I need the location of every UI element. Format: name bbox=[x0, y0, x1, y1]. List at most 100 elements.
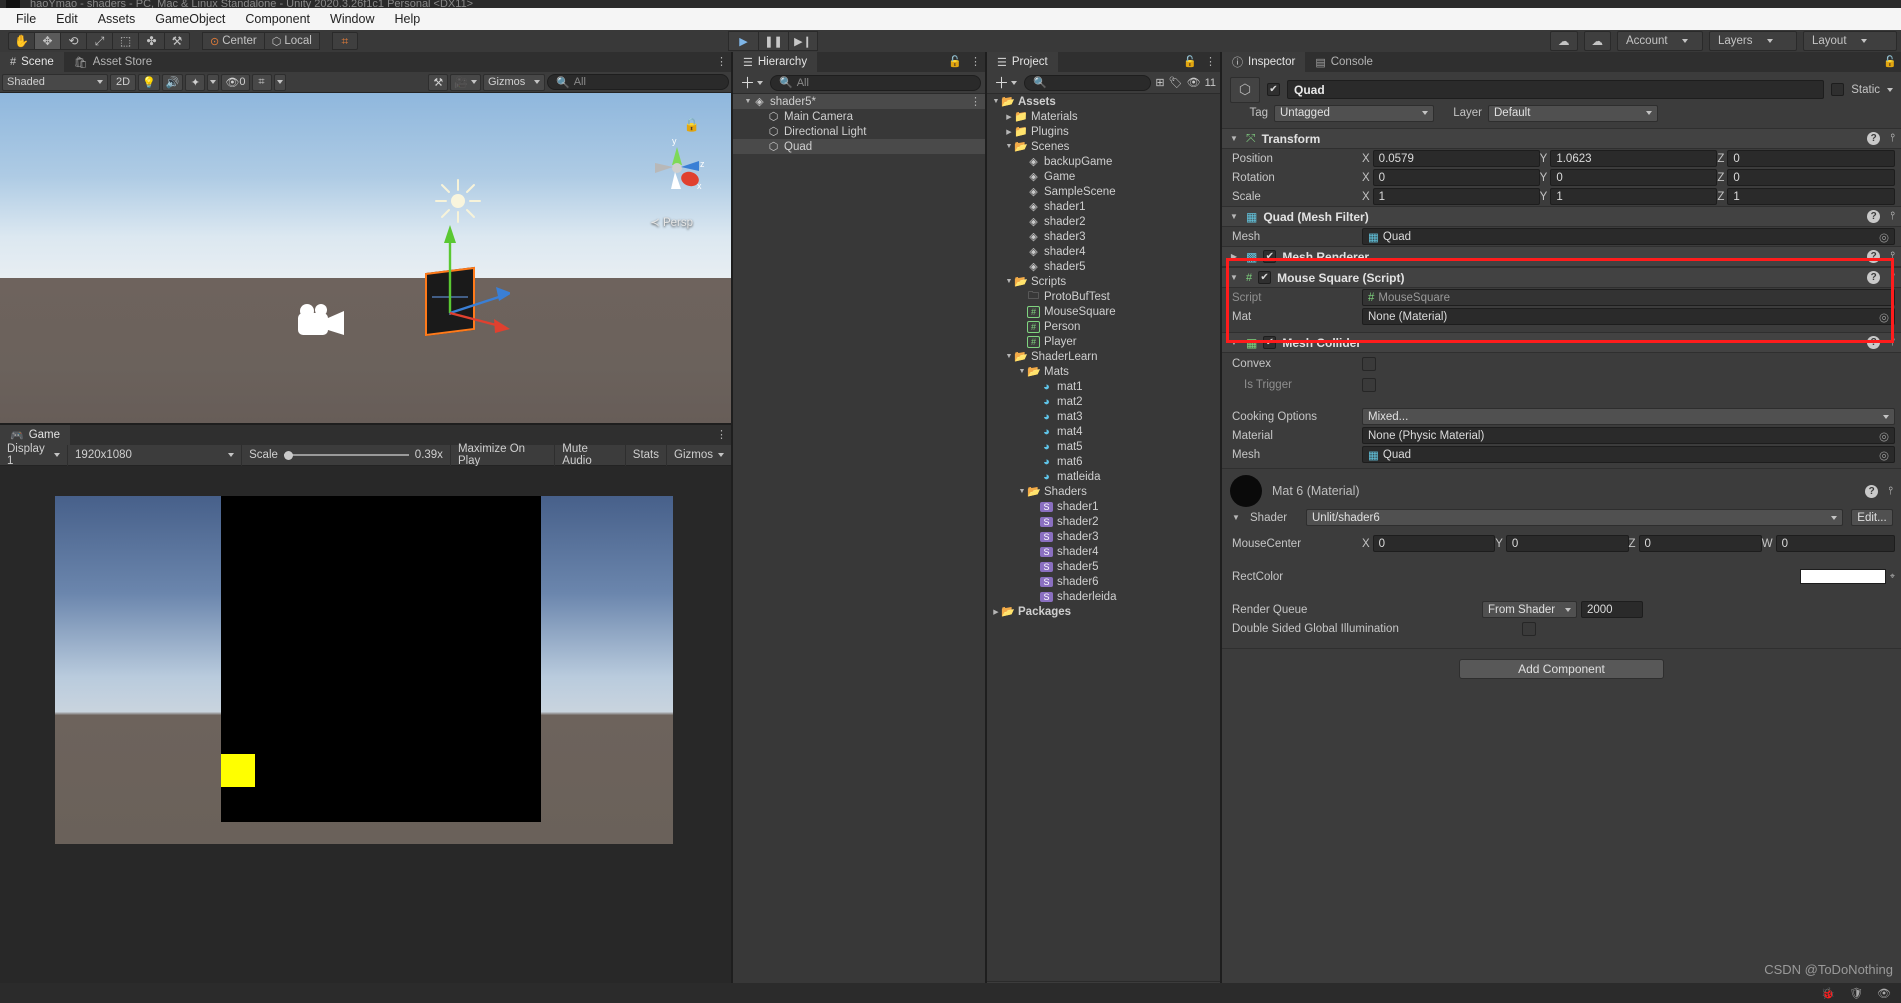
lock-icon[interactable]: 🔓 bbox=[948, 55, 962, 68]
preset-icon[interactable]: ⫯ bbox=[1890, 210, 1895, 223]
scene-viewport[interactable]: y z x 🔒 ≺ Persp bbox=[0, 93, 731, 423]
play-button[interactable]: ▶ bbox=[728, 31, 758, 51]
transform-tool-icon[interactable]: ✤ bbox=[138, 32, 164, 50]
project-item-shader4[interactable]: Sshader4 bbox=[987, 544, 1220, 559]
meshfilter-component-header[interactable]: ▼ ▦ Quad (Mesh Filter) ? ⫯ bbox=[1222, 206, 1901, 227]
project-item-mat6[interactable]: ◕ mat6 bbox=[987, 454, 1220, 469]
chevron-down-icon[interactable]: ▼ bbox=[1228, 273, 1240, 282]
project-item-mat2[interactable]: ◕ mat2 bbox=[987, 394, 1220, 409]
project-item-shader5[interactable]: Sshader5 bbox=[987, 559, 1220, 574]
project-item-mousesquare[interactable]: # MouseSquare bbox=[987, 304, 1220, 319]
menu-window[interactable]: Window bbox=[320, 10, 384, 28]
project-item-person[interactable]: # Person bbox=[987, 319, 1220, 334]
transform-rotation-y-input[interactable]: 0 bbox=[1550, 169, 1718, 186]
object-picker-icon[interactable]: ◎ bbox=[1879, 230, 1889, 244]
game-gizmos-dropdown[interactable]: Gizmos bbox=[667, 445, 731, 466]
chevron-right-icon[interactable]: ▶ bbox=[1228, 252, 1240, 261]
create-gameobject-button[interactable]: ＋ bbox=[737, 72, 766, 93]
pivot-mode-button[interactable]: ⊙ Center bbox=[202, 32, 265, 50]
dsgi-checkbox[interactable] bbox=[1522, 621, 1536, 636]
render-queue-input[interactable]: 2000 bbox=[1581, 601, 1643, 618]
menu-assets[interactable]: Assets bbox=[88, 10, 146, 28]
shader-dropdown[interactable]: Unlit/shader6 bbox=[1306, 509, 1843, 526]
help-icon[interactable]: ? bbox=[1867, 250, 1881, 263]
draw-mode-dropdown[interactable]: Shaded bbox=[2, 73, 108, 91]
hierarchy-item-directional-light[interactable]: ⬡ Directional Light bbox=[733, 124, 985, 139]
scene-search-input[interactable]: 🔍 All bbox=[547, 74, 729, 90]
chevron-down-icon[interactable]: ▼ bbox=[991, 98, 1001, 105]
chevron-down-icon[interactable]: ▼ bbox=[1017, 488, 1027, 495]
meshcollider-component-header[interactable]: ▼ ▦ ✔ Mesh Collider ? ⫯ bbox=[1222, 332, 1901, 353]
toggle-2d-button[interactable]: 2D bbox=[110, 73, 136, 91]
statusbar-bug-icon[interactable]: 🐞 bbox=[1821, 987, 1835, 1000]
hidden-objects-icon[interactable]: 👁 0 bbox=[221, 73, 250, 91]
meshrenderer-enabled-checkbox[interactable]: ✔ bbox=[1263, 250, 1277, 263]
lock-icon[interactable]: 🔒 bbox=[684, 117, 700, 133]
resolution-dropdown[interactable]: 1920x1080 bbox=[68, 444, 243, 466]
chevron-right-icon[interactable]: ▶ bbox=[1004, 113, 1014, 121]
preset-icon[interactable]: ⫯ bbox=[1890, 250, 1895, 263]
project-item-scenes[interactable]: ▼ 📂 Scenes bbox=[987, 139, 1220, 154]
transform-scale-z-input[interactable]: 1 bbox=[1727, 188, 1896, 205]
hierarchy-item-main-camera[interactable]: ⬡ Main Camera bbox=[733, 109, 985, 124]
transform-component-header[interactable]: ▼ ⤧ Transform ? ⫯ bbox=[1222, 128, 1901, 149]
mousesquare-enabled-checkbox[interactable]: ✔ bbox=[1258, 271, 1272, 284]
scale-slider[interactable] bbox=[283, 449, 409, 461]
static-checkbox[interactable] bbox=[1831, 83, 1845, 96]
project-item-shader3[interactable]: ◈ shader3 bbox=[987, 229, 1220, 244]
object-picker-icon[interactable]: ◎ bbox=[1879, 310, 1889, 324]
convex-checkbox[interactable] bbox=[1362, 356, 1376, 371]
mousecenter-x-input[interactable]: 0 bbox=[1372, 535, 1496, 552]
transform-position-z-input[interactable]: 0 bbox=[1727, 150, 1896, 167]
scene-tab-menu[interactable]: ⋮ bbox=[716, 55, 727, 68]
hand-tool-icon[interactable]: ✋ bbox=[8, 32, 34, 50]
object-picker-icon[interactable]: ◎ bbox=[1879, 448, 1889, 462]
custom-editor-tool-icon[interactable]: ⚒ bbox=[164, 32, 190, 50]
menu-file[interactable]: File bbox=[6, 10, 46, 28]
display-dropdown[interactable]: Display 1 bbox=[0, 443, 69, 467]
create-asset-button[interactable]: ＋ bbox=[991, 72, 1020, 93]
account-button[interactable]: Account bbox=[1617, 31, 1703, 51]
transform-scale-x-input[interactable]: 1 bbox=[1372, 188, 1540, 205]
scene-camera-settings-icon[interactable]: ⚒ bbox=[428, 73, 449, 91]
project-item-samplescene[interactable]: ◈ SampleScene bbox=[987, 184, 1220, 199]
chevron-down-icon[interactable]: ▼ bbox=[1004, 353, 1014, 360]
chevron-down-icon[interactable]: ▼ bbox=[1004, 143, 1014, 150]
menu-gameobject[interactable]: GameObject bbox=[145, 10, 235, 28]
mousecenter-w-input[interactable]: 0 bbox=[1775, 535, 1895, 552]
filter-by-type-icon[interactable]: ⊞ bbox=[1155, 76, 1164, 89]
help-icon[interactable]: ? bbox=[1867, 132, 1881, 145]
transform-position-x-input[interactable]: 0.0579 bbox=[1372, 150, 1540, 167]
game-tab-menu[interactable]: ⋮ bbox=[716, 428, 727, 441]
preset-icon[interactable]: ⫯ bbox=[1888, 485, 1893, 498]
pause-button[interactable]: ❚❚ bbox=[758, 31, 788, 51]
chevron-down-icon[interactable] bbox=[1887, 87, 1893, 92]
collider-mesh-field[interactable]: ▦ Quad ◎ bbox=[1362, 446, 1895, 463]
meshrenderer-component-header[interactable]: ▶ ▩ ✔ Mesh Renderer ? ⫯ bbox=[1222, 246, 1901, 267]
tab-hierarchy[interactable]: ☰ Hierarchy bbox=[733, 52, 818, 72]
layer-dropdown[interactable]: Default bbox=[1488, 104, 1658, 122]
chevron-right-icon[interactable]: ▶ bbox=[991, 608, 1001, 616]
project-item-scripts[interactable]: ▼ 📂 Scripts bbox=[987, 274, 1220, 289]
render-queue-dropdown[interactable]: From Shader bbox=[1482, 601, 1577, 618]
hierarchy-tab-menu[interactable]: ⋮ bbox=[970, 55, 981, 68]
cloud-services-icon[interactable]: ☁ bbox=[1583, 31, 1611, 51]
physic-material-field[interactable]: None (Physic Material) ◎ bbox=[1362, 427, 1895, 444]
project-item-matleida[interactable]: ◕ matleida bbox=[987, 469, 1220, 484]
chevron-down-icon[interactable]: ▼ bbox=[1228, 134, 1240, 143]
object-enabled-checkbox[interactable]: ✔ bbox=[1267, 83, 1280, 96]
hidden-packages-icon[interactable]: 👁 bbox=[1187, 76, 1201, 89]
transform-scale-y-input[interactable]: 1 bbox=[1550, 188, 1718, 205]
project-item-packages[interactable]: ▶ 📂 Packages bbox=[987, 604, 1220, 619]
project-item-shaderleida[interactable]: Sshaderleida bbox=[987, 589, 1220, 604]
rect-tool-icon[interactable]: ⬚ bbox=[112, 32, 138, 50]
statusbar-shield-icon[interactable]: 🛡 bbox=[1849, 987, 1863, 1000]
preset-icon[interactable]: ⫯ bbox=[1890, 132, 1895, 145]
grid-snap-icon[interactable]: ⌗ bbox=[251, 73, 272, 91]
project-search-input[interactable]: 🔍 bbox=[1024, 74, 1152, 91]
transform-rotation-z-input[interactable]: 0 bbox=[1727, 169, 1896, 186]
add-component-button[interactable]: Add Component bbox=[1459, 659, 1664, 679]
project-item-mats[interactable]: ▼ 📂 Mats bbox=[987, 364, 1220, 379]
cooking-dropdown[interactable]: Mixed... bbox=[1362, 408, 1895, 425]
scale-slider-group[interactable]: Scale 0.39x bbox=[242, 444, 451, 466]
